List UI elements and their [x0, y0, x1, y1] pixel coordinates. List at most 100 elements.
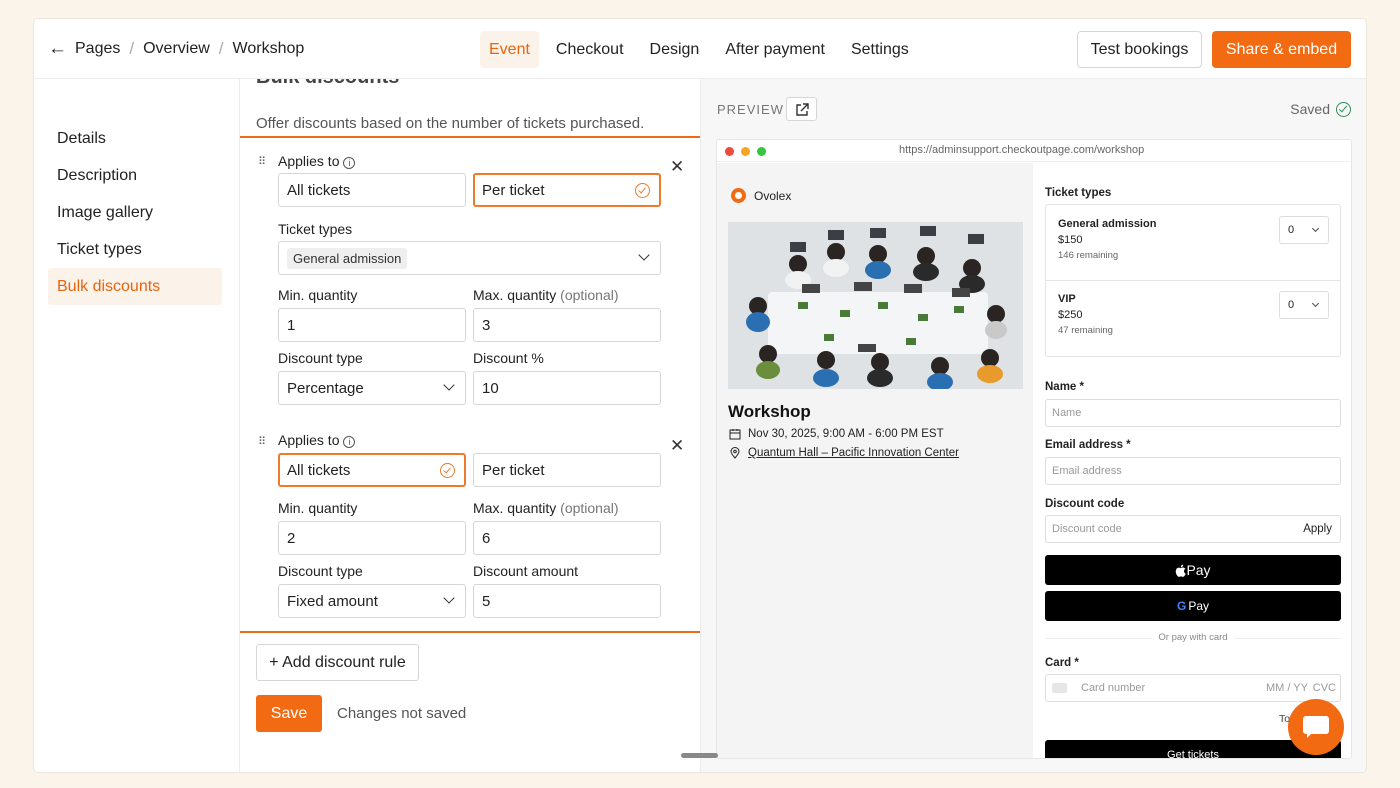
rule-1-per-ticket-select[interactable]: Per ticket: [473, 173, 661, 207]
rule-2-max-input[interactable]: 6: [473, 521, 661, 555]
rule-2-applies-to-select[interactable]: All tickets: [278, 453, 466, 487]
chevron-down-icon: [443, 592, 455, 604]
card-cvc[interactable]: CVC: [1313, 682, 1336, 694]
sidebar-item-description[interactable]: Description: [48, 157, 222, 194]
brand-logo-icon: [731, 188, 746, 203]
saved-status: Saved: [1290, 101, 1351, 117]
preview-panel: PREVIEW Saved https://adminsupport.check…: [700, 79, 1366, 772]
discount-code-label: Discount code: [1045, 498, 1125, 510]
location-pin-icon: [730, 447, 740, 459]
tab-after-payment[interactable]: After payment: [716, 31, 834, 68]
chat-bubble-icon[interactable]: [1288, 699, 1344, 755]
ticket-general: General admission $150 146 remaining: [1058, 218, 1157, 261]
breadcrumb-separator: /: [218, 39, 224, 58]
share-embed-button[interactable]: Share & embed: [1212, 31, 1351, 68]
tab-settings[interactable]: Settings: [842, 31, 918, 68]
sidebar-item-bulk-discounts[interactable]: Bulk discounts: [48, 268, 222, 305]
check-circle-icon: [1336, 101, 1351, 117]
apply-button[interactable]: Apply: [1303, 523, 1332, 535]
sidebar: Details Description Image gallery Ticket…: [34, 79, 240, 772]
window-dot-yellow: [741, 147, 750, 156]
test-bookings-button[interactable]: Test bookings: [1077, 31, 1202, 68]
rule-2-max-label: Max. quantity (optional): [473, 500, 619, 516]
top-bar: ← Pages / Overview / Workshop Event Chec…: [34, 19, 1366, 79]
browser-bar: https://adminsupport.checkoutpage.com/wo…: [717, 140, 1351, 162]
window-dot-green: [757, 147, 766, 156]
section-description: Offer discounts based on the number of t…: [256, 115, 645, 132]
email-input[interactable]: Email address: [1045, 457, 1341, 485]
google-g-icon: G: [1176, 599, 1187, 613]
rule-1-applies-to-select[interactable]: All tickets: [278, 173, 466, 207]
open-external-icon[interactable]: [786, 97, 817, 121]
rule-1-discount-type-select[interactable]: Percentage: [278, 371, 466, 405]
name-input[interactable]: Name: [1045, 399, 1341, 427]
brand-name: Ovolex: [754, 188, 792, 203]
or-pay-with-card: Or pay with card: [1045, 632, 1341, 643]
breadcrumb-workshop: Workshop: [232, 40, 305, 57]
brand: Ovolex: [731, 188, 791, 203]
browser-mockup: https://adminsupport.checkoutpage.com/wo…: [716, 139, 1352, 759]
rule-1-max-label: Max. quantity (optional): [473, 287, 619, 303]
rule-1-min-label: Min. quantity: [278, 287, 358, 303]
remove-rule-2-icon[interactable]: ✕: [670, 436, 684, 456]
drag-handle-icon[interactable]: ⠿: [258, 157, 266, 168]
app-window: ← Pages / Overview / Workshop Event Chec…: [34, 19, 1366, 772]
back-arrow-icon[interactable]: ←: [48, 38, 67, 60]
rule-1-max-input[interactable]: 3: [473, 308, 661, 342]
sidebar-item-image-gallery[interactable]: Image gallery: [48, 194, 222, 231]
check-circle-icon: [440, 463, 455, 478]
section-heading: Bulk discounts: [256, 79, 399, 89]
main-tabs: Event Checkout Design After payment Sett…: [480, 31, 926, 68]
rule-1-ticket-types-select[interactable]: General admission: [278, 241, 661, 275]
ticket-vip-qty-select[interactable]: 0: [1279, 291, 1329, 319]
event-photo: [728, 222, 1023, 389]
rule-2-min-input[interactable]: 2: [278, 521, 466, 555]
save-button[interactable]: Save: [256, 695, 322, 732]
checkout-column: Ticket types General admission $150 146 …: [1033, 163, 1351, 758]
sidebar-item-details[interactable]: Details: [48, 120, 222, 157]
rule-2-discount-value-input[interactable]: 5: [473, 584, 661, 618]
apple-pay-button[interactable]: Pay: [1045, 555, 1341, 585]
remove-rule-1-icon[interactable]: ✕: [670, 157, 684, 177]
rule-2-min-label: Min. quantity: [278, 500, 358, 516]
event-location[interactable]: Quantum Hall – Pacific Innovation Center: [729, 447, 959, 459]
breadcrumb-overview[interactable]: Overview: [143, 40, 210, 58]
ticket-type-chip[interactable]: General admission: [287, 247, 408, 269]
google-pay-button[interactable]: G Pay: [1045, 591, 1341, 621]
rule-1-min-input[interactable]: 1: [278, 308, 466, 342]
panel-resize-handle[interactable]: [681, 753, 718, 758]
drag-handle-icon[interactable]: ⠿: [258, 437, 266, 448]
add-discount-rule-button[interactable]: + Add discount rule: [256, 644, 419, 681]
rule-2-applies-label: Applies to i: [278, 432, 356, 448]
rule-2-discount-value-label: Discount amount: [473, 563, 579, 579]
check-circle-icon: [635, 183, 650, 198]
card-expiry[interactable]: MM / YY: [1266, 682, 1308, 694]
chevron-down-icon: [443, 379, 455, 391]
calendar-icon: [729, 429, 741, 440]
rule-1-discount-value-input[interactable]: 10: [473, 371, 661, 405]
rule-1-ticket-types-label: Ticket types: [278, 221, 353, 237]
event-date: Nov 30, 2025, 9:00 AM - 6:00 PM EST: [729, 428, 944, 440]
breadcrumb-pages[interactable]: Pages: [75, 40, 120, 58]
unsaved-status: Changes not saved: [337, 705, 467, 722]
bulk-discounts-editor: Bulk discounts Offer discounts based on …: [240, 79, 700, 772]
event-title: Workshop: [728, 402, 811, 421]
chevron-down-icon: [638, 249, 650, 261]
window-dot-red: [725, 147, 734, 156]
info-icon[interactable]: i: [343, 157, 356, 169]
email-label: Email address *: [1045, 439, 1131, 451]
rule-1-applies-label: Applies to i: [278, 153, 356, 169]
event-info-column: Ovolex Workshop Nov 30, 2025, 9:00 AM - …: [717, 163, 1033, 758]
apple-icon: [1176, 564, 1187, 577]
card-number-input[interactable]: Card number MM / YY CVC: [1045, 674, 1341, 702]
preview-label: PREVIEW: [717, 102, 784, 117]
tab-event[interactable]: Event: [480, 31, 539, 68]
tab-checkout[interactable]: Checkout: [547, 31, 633, 68]
rule-2-per-ticket-select[interactable]: Per ticket: [473, 453, 661, 487]
discount-code-input[interactable]: Discount code Apply: [1045, 515, 1341, 543]
tab-design[interactable]: Design: [641, 31, 709, 68]
info-icon[interactable]: i: [343, 436, 356, 448]
rule-2-discount-type-select[interactable]: Fixed amount: [278, 584, 466, 618]
sidebar-item-ticket-types[interactable]: Ticket types: [48, 231, 222, 268]
ticket-general-qty-select[interactable]: 0: [1279, 216, 1329, 244]
